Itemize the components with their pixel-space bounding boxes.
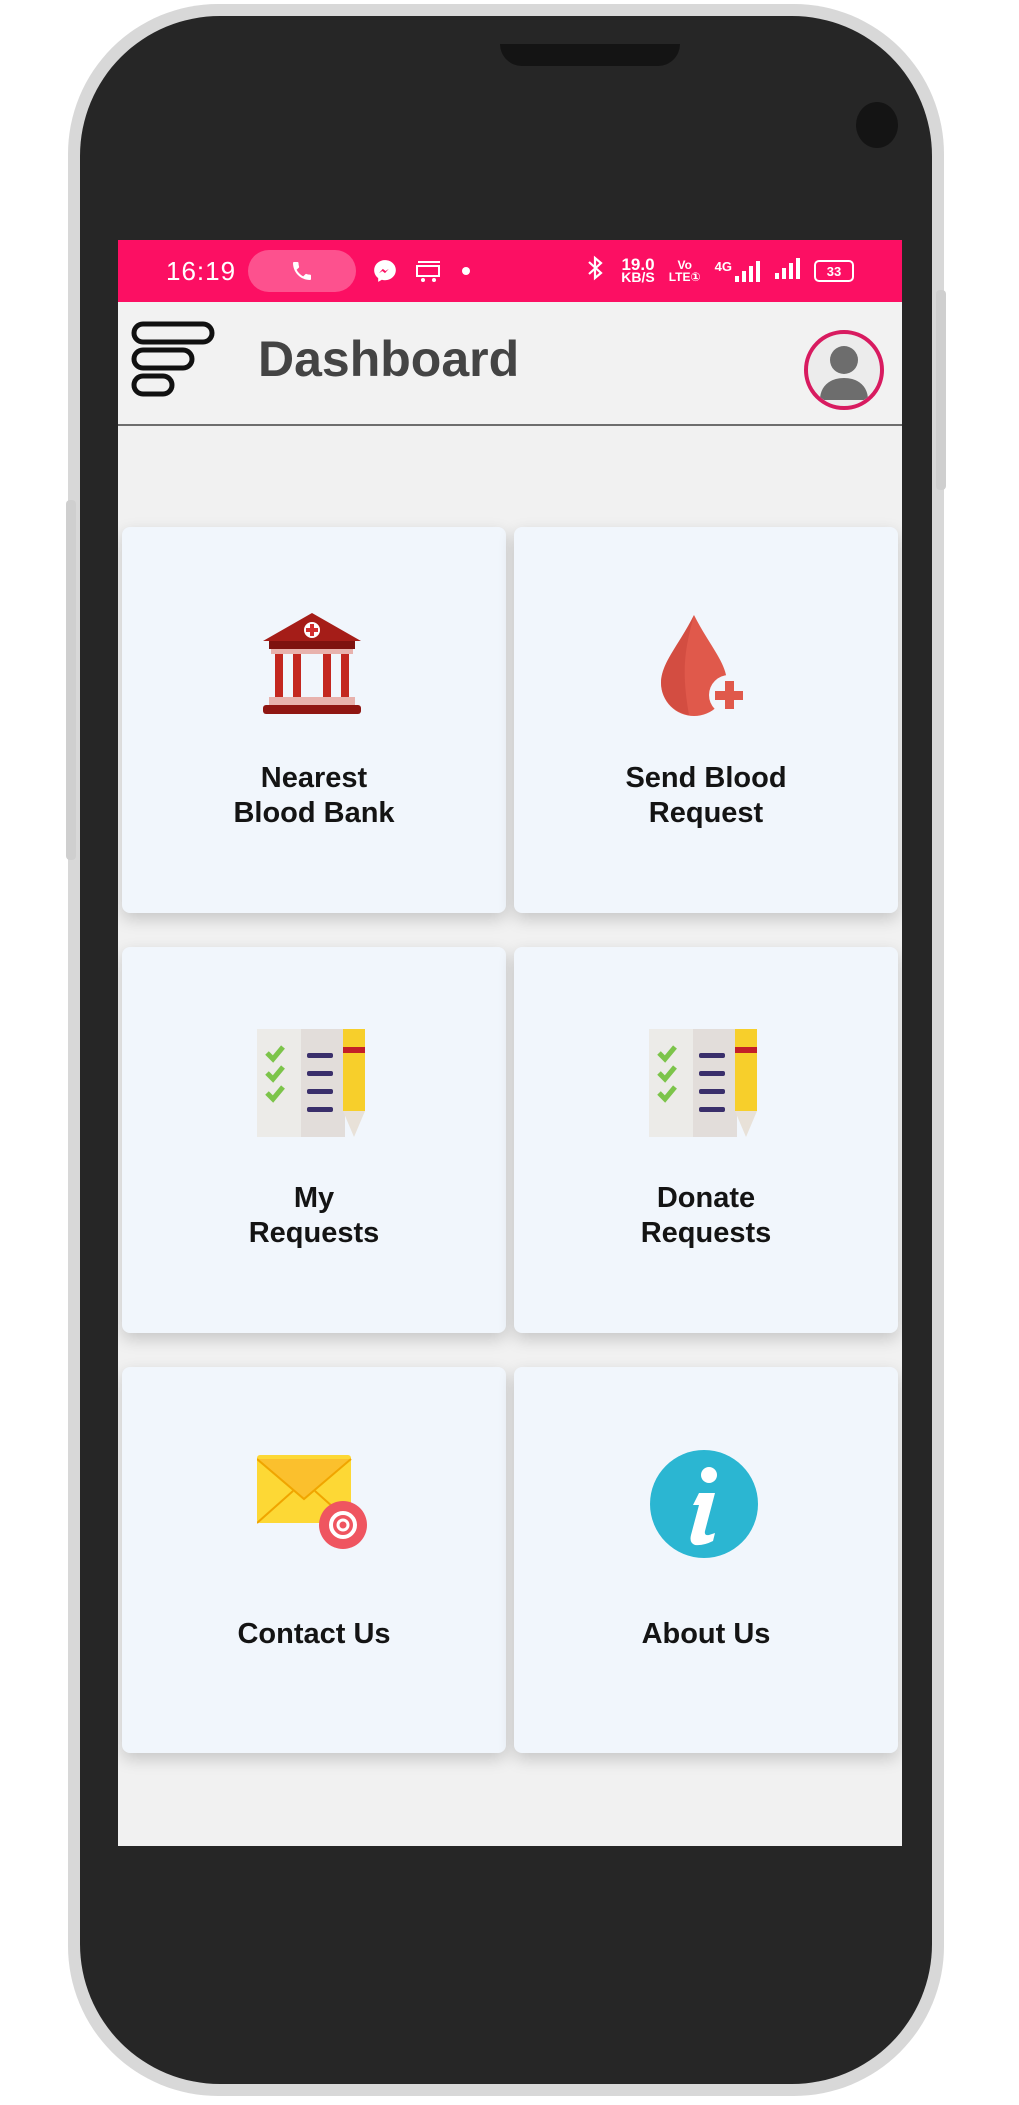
donate-requests-card[interactable]: Donate Requests [514,947,898,1333]
status-time: 16:19 [166,255,237,286]
nearest-blood-bank-card[interactable]: Nearest Blood Bank [122,527,506,913]
avatar-icon [820,346,868,400]
amazon-icon [414,258,444,284]
about-us-card[interactable]: About Us [514,1367,898,1753]
profile-button[interactable] [804,330,884,410]
ongoing-call-pill[interactable] [248,250,357,292]
menu-button[interactable] [130,314,222,406]
card-label: Contact Us [237,1618,391,1650]
contact-us-card[interactable]: Contact Us [122,1367,506,1753]
card-label: Nearest Blood Bank [233,762,395,829]
dot-icon [460,265,472,277]
speaker-grille [500,44,680,66]
mail-icon [257,1455,367,1549]
checklist-icon [257,1029,365,1137]
signal-icon: 4G [715,259,760,283]
card-label: About Us [641,1618,771,1650]
bank-icon [263,613,361,714]
network-speed: 19.0 KB/S [621,255,655,285]
signal-icon [774,256,800,287]
menu-icon [131,321,215,397]
phone-icon [293,262,312,280]
app-screen: 16:19 19.0 KB/S Vo LTE① 4G 33 Dashboard … [118,240,902,1846]
page-title: Dashboard [258,331,520,387]
info-icon [650,1450,758,1558]
volume-button [66,500,76,860]
card-label: Donate Requests [640,1182,772,1249]
checklist-icon [649,1029,757,1137]
my-requests-card[interactable]: My Requests [122,947,506,1333]
card-label: My Requests [248,1182,380,1249]
battery-icon: 33 [814,260,854,282]
bluetooth-icon [585,254,607,289]
messenger-icon [372,258,398,284]
card-label: Send Blood Request [625,762,787,829]
power-button [936,290,946,490]
send-blood-request-card[interactable]: Send Blood Request [514,527,898,913]
volte-indicator: Vo LTE① [668,258,701,284]
status-bar: 16:19 19.0 KB/S Vo LTE① 4G 33 [118,240,902,302]
front-camera [856,102,898,148]
app-bar: Dashboard [118,302,902,426]
blood-drop-icon [661,615,749,716]
